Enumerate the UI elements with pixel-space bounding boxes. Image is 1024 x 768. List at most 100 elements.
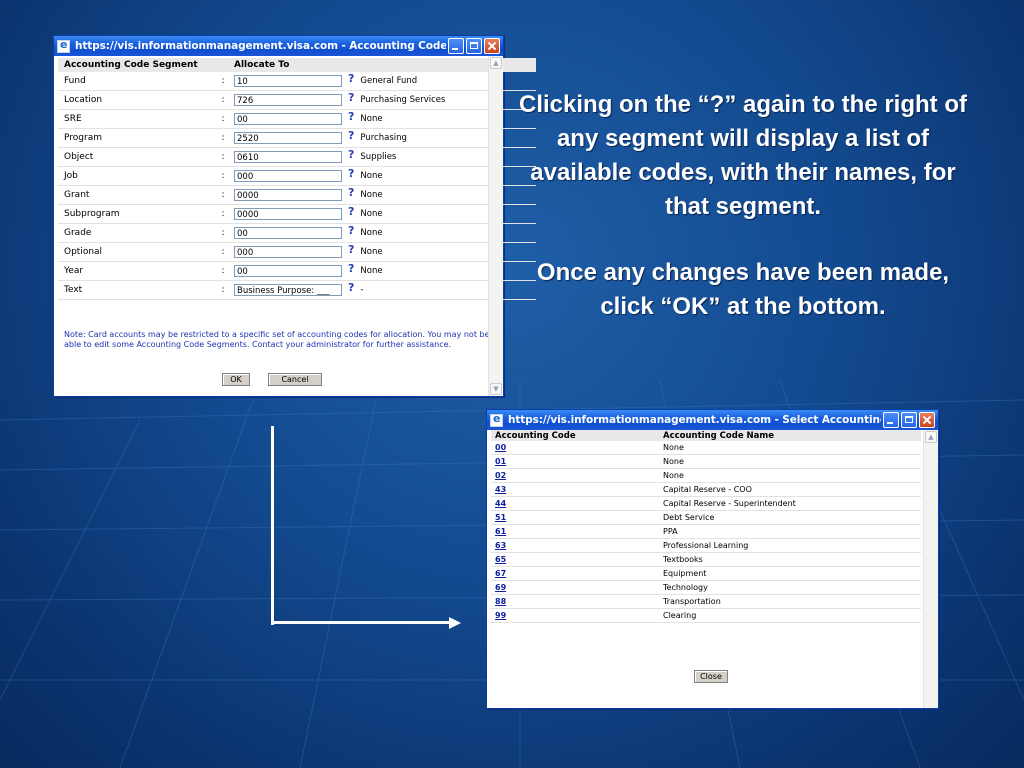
minimize-button[interactable] bbox=[883, 412, 899, 428]
help-question-icon[interactable]: ? bbox=[348, 72, 354, 85]
help-question-icon[interactable]: ? bbox=[348, 167, 354, 180]
segment-value-input[interactable]: 000 bbox=[234, 245, 342, 258]
table-row: Optional:000? None bbox=[58, 242, 536, 262]
maximize-button[interactable] bbox=[901, 412, 917, 428]
segment-code-name: - bbox=[360, 284, 364, 295]
help-question-icon[interactable]: ? bbox=[348, 129, 354, 142]
table-row: 43 Capital Reserve - COO bbox=[491, 482, 921, 497]
code-name: None bbox=[659, 441, 921, 455]
close-window-button[interactable] bbox=[919, 412, 935, 428]
arrow-head-icon bbox=[449, 617, 461, 629]
ok-button[interactable]: OK bbox=[222, 373, 250, 386]
code-cell: 00 bbox=[491, 441, 659, 455]
help-question-icon[interactable]: ? bbox=[348, 186, 354, 199]
caption-paragraph-1: Clicking on the “?” again to the right o… bbox=[519, 91, 967, 220]
table-row: 61 PPA bbox=[491, 524, 921, 539]
help-question-icon[interactable]: ? bbox=[348, 110, 354, 123]
scroll-up-arrow-icon[interactable]: ▲ bbox=[490, 57, 502, 69]
colon-separator: : bbox=[218, 147, 228, 167]
code-name: Transportation bbox=[659, 594, 921, 609]
vertical-scrollbar[interactable]: ▲ bbox=[923, 430, 938, 708]
segment-value-input[interactable]: 0610 bbox=[234, 150, 342, 163]
codes-window-titlebar[interactable]: https://vis.informationmanagement.visa.c… bbox=[487, 410, 938, 430]
segment-value-input[interactable]: 0000 bbox=[234, 207, 342, 220]
table-row: Subprogram:0000? None bbox=[58, 204, 536, 224]
code-link[interactable]: 02 bbox=[495, 471, 506, 480]
scroll-down-arrow-icon[interactable]: ▼ bbox=[490, 383, 502, 395]
help-question-icon[interactable]: ? bbox=[348, 224, 354, 237]
code-link[interactable]: 61 bbox=[495, 527, 506, 536]
segment-value-input[interactable]: Business Purpose: ___ bbox=[234, 283, 342, 296]
table-row: Object:0610? Supplies bbox=[58, 147, 536, 167]
table-row: 67 Equipment bbox=[491, 566, 921, 581]
code-link[interactable]: 63 bbox=[495, 541, 506, 550]
segment-label: Text bbox=[58, 280, 218, 300]
table-row: Text: Business Purpose: ___? - bbox=[58, 280, 536, 300]
connector-arrow-vertical bbox=[271, 426, 274, 625]
colon-separator: : bbox=[218, 261, 228, 281]
code-link[interactable]: 69 bbox=[495, 583, 506, 592]
code-link[interactable]: 99 bbox=[495, 611, 506, 620]
colon-separator: : bbox=[218, 280, 228, 300]
code-cell: 69 bbox=[491, 580, 659, 595]
segment-value-input[interactable]: 2520 bbox=[234, 131, 342, 144]
segment-code-name: None bbox=[360, 208, 383, 219]
segment-code-name: Purchasing Services bbox=[360, 94, 446, 105]
table-row: 88 Transportation bbox=[491, 594, 921, 609]
segment-code-name: None bbox=[360, 170, 383, 181]
segment-label: Job bbox=[58, 166, 218, 186]
table-header-row: Accounting Code Accounting Code Name bbox=[491, 430, 921, 441]
minimize-button[interactable] bbox=[448, 38, 464, 54]
code-name: Clearing bbox=[659, 608, 921, 623]
help-question-icon[interactable]: ? bbox=[348, 243, 354, 256]
code-link[interactable]: 51 bbox=[495, 513, 506, 522]
close-button[interactable]: Close bbox=[694, 670, 728, 683]
code-link[interactable]: 01 bbox=[495, 457, 506, 466]
segment-value-input[interactable]: 00 bbox=[234, 264, 342, 277]
code-link[interactable]: 67 bbox=[495, 569, 506, 578]
colon-separator: : bbox=[218, 72, 228, 91]
help-question-icon[interactable]: ? bbox=[348, 281, 354, 294]
code-link[interactable]: 65 bbox=[495, 555, 506, 564]
help-question-icon[interactable]: ? bbox=[348, 262, 354, 275]
segment-value-input[interactable]: 726 bbox=[234, 93, 342, 106]
code-link[interactable]: 88 bbox=[495, 597, 506, 606]
code-name: Capital Reserve - COO bbox=[659, 482, 921, 497]
allocation-window-titlebar[interactable]: https://vis.informationmanagement.visa.c… bbox=[54, 36, 503, 56]
code-cell: 02 bbox=[491, 468, 659, 483]
caption-paragraph-2: Once any changes have been made, click “… bbox=[536, 259, 950, 320]
scroll-up-arrow-icon[interactable]: ▲ bbox=[925, 431, 937, 443]
table-row: Grade:00? None bbox=[58, 223, 536, 243]
segment-value-input[interactable]: 10 bbox=[234, 74, 342, 87]
code-link[interactable]: 43 bbox=[495, 485, 506, 494]
instruction-caption: Clicking on the “?” again to the right o… bbox=[512, 88, 974, 324]
segment-label: Grant bbox=[58, 185, 218, 205]
code-name: Technology bbox=[659, 580, 921, 595]
allocation-table: Accounting Code Segment Allocate To Fund… bbox=[58, 58, 536, 300]
codes-window-content: Accounting Code Accounting Code Name 00 N… bbox=[487, 430, 938, 708]
window-title: https://vis.informationmanagement.visa.c… bbox=[508, 414, 881, 426]
code-name: Capital Reserve - Superintendent bbox=[659, 496, 921, 511]
segment-code-name: None bbox=[360, 246, 383, 257]
segment-value-input[interactable]: 00 bbox=[234, 226, 342, 239]
colon-separator: : bbox=[218, 185, 228, 205]
help-question-icon[interactable]: ? bbox=[348, 91, 354, 104]
close-window-button[interactable] bbox=[484, 38, 500, 54]
segment-value-input[interactable]: 0000 bbox=[234, 188, 342, 201]
segment-label: Grade bbox=[58, 223, 218, 243]
segment-value-input[interactable]: 00 bbox=[234, 112, 342, 125]
code-name: Equipment bbox=[659, 566, 921, 581]
code-link[interactable]: 00 bbox=[495, 443, 506, 452]
vertical-scrollbar[interactable]: ▲ ▼ bbox=[488, 56, 503, 396]
segment-code-name: Purchasing bbox=[360, 132, 407, 143]
segment-code-name: None bbox=[360, 113, 383, 124]
maximize-button[interactable] bbox=[466, 38, 482, 54]
help-question-icon[interactable]: ? bbox=[348, 148, 354, 161]
help-question-icon[interactable]: ? bbox=[348, 205, 354, 218]
segment-value-input[interactable]: 000 bbox=[234, 169, 342, 182]
table-row: Grant:0000? None bbox=[58, 185, 536, 205]
cancel-button[interactable]: Cancel bbox=[268, 373, 322, 386]
internet-explorer-icon bbox=[57, 38, 70, 53]
code-link[interactable]: 44 bbox=[495, 499, 506, 508]
colon-separator: : bbox=[218, 128, 228, 148]
